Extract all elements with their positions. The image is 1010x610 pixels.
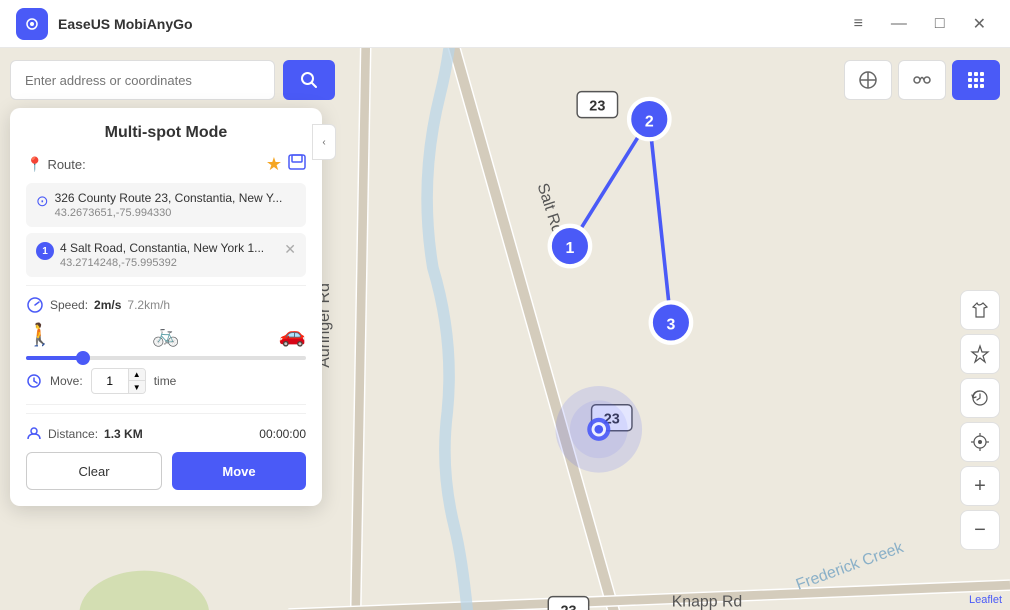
svg-text:23: 23 xyxy=(589,98,605,114)
location-item-1: 1 4 Salt Road, Constantia, New York 1...… xyxy=(26,233,306,277)
history-icon xyxy=(970,388,990,408)
move-label: Move: xyxy=(50,374,83,388)
leaflet-attribution[interactable]: Leaflet xyxy=(969,594,1002,606)
route-pin-icon: 📍 xyxy=(26,156,43,173)
minimize-button[interactable]: — xyxy=(883,11,915,37)
route-save-button[interactable] xyxy=(288,154,306,175)
svg-text:3: 3 xyxy=(667,317,676,334)
zoom-out-button[interactable]: − xyxy=(960,510,1000,550)
search-bar xyxy=(10,60,335,100)
route-header: 📍 Route: ★ xyxy=(26,154,306,175)
panel-collapse-button[interactable]: ‹ xyxy=(312,124,336,160)
move-spinners: ▲ ▼ xyxy=(128,368,145,394)
zoom-in-icon: + xyxy=(974,475,986,498)
search-input[interactable] xyxy=(10,60,275,100)
svg-text:1: 1 xyxy=(566,240,575,257)
action-buttons: Clear Move xyxy=(26,452,306,490)
star-icon xyxy=(970,344,990,364)
clear-button[interactable]: Clear xyxy=(26,452,162,490)
location-1-close-button[interactable]: ✕ xyxy=(284,241,296,258)
route-save-icon xyxy=(288,154,306,170)
titlebar-left: EaseUS MobiAnyGo xyxy=(16,8,193,40)
shirt-icon xyxy=(970,300,990,320)
titlebar-controls: ≡ — □ ✕ xyxy=(846,10,994,38)
history-button[interactable] xyxy=(960,378,1000,418)
route-action-icons: ★ xyxy=(266,154,306,175)
location-0-coords: 43.2673651,-75.994330 xyxy=(55,207,296,219)
location-1-text: 4 Salt Road, Constantia, New York 1... 4… xyxy=(60,241,278,269)
jump-mode-button[interactable] xyxy=(898,60,946,100)
move-button[interactable]: Move xyxy=(172,452,306,490)
avatar-button[interactable] xyxy=(960,290,1000,330)
move-unit: time xyxy=(154,374,177,388)
collapse-icon: ‹ xyxy=(322,137,325,148)
speed-section: Speed: 2m/s 7.2km/h 🚶 🚲 🚗 Move: ▲ xyxy=(26,285,306,405)
speed-label: Speed: xyxy=(50,298,88,312)
teleport-mode-button[interactable] xyxy=(844,60,892,100)
svg-text:2: 2 xyxy=(645,113,654,130)
panel-title: Multi-spot Mode xyxy=(26,124,306,142)
teleport-icon xyxy=(857,69,879,91)
speed-slider-track xyxy=(26,356,82,360)
location-0-pin-icon: ⊙ xyxy=(36,192,49,210)
distance-left: Distance: 1.3 KM xyxy=(26,426,143,442)
speed-value: 2m/s xyxy=(94,298,121,312)
target-icon xyxy=(970,432,990,452)
search-button[interactable] xyxy=(283,60,335,100)
svg-text:Knapp Rd: Knapp Rd xyxy=(672,594,743,610)
car-icon[interactable]: 🚗 xyxy=(279,322,306,348)
zoom-out-icon: − xyxy=(974,519,986,542)
move-spin-down[interactable]: ▼ xyxy=(129,381,145,394)
panel: Multi-spot Mode ‹ 📍 Route: ★ ⊙ 326 Count… xyxy=(10,108,322,506)
bike-icon[interactable]: 🚲 xyxy=(152,322,179,348)
multispot-icon xyxy=(965,69,987,91)
speed-icon xyxy=(26,296,44,314)
move-icon xyxy=(26,373,42,389)
route-star-button[interactable]: ★ xyxy=(266,154,282,175)
route-label: Route: xyxy=(47,157,85,172)
svg-text:23: 23 xyxy=(560,603,576,610)
speed-unit: 7.2km/h xyxy=(127,298,170,312)
favorites-button[interactable] xyxy=(960,334,1000,374)
maximize-button[interactable]: □ xyxy=(927,11,953,37)
walk-icon[interactable]: 🚶 xyxy=(26,322,53,348)
move-spin-up[interactable]: ▲ xyxy=(129,368,145,381)
transport-icons: 🚶 🚲 🚗 xyxy=(26,322,306,348)
speed-slider-thumb[interactable] xyxy=(76,351,90,365)
move-input-wrap: ▲ ▼ xyxy=(91,368,146,394)
app-logo xyxy=(16,8,48,40)
distance-section: Distance: 1.3 KM 00:00:00 xyxy=(26,413,306,452)
distance-value: 1.3 KM xyxy=(104,427,143,441)
location-item-1-header: 1 4 Salt Road, Constantia, New York 1...… xyxy=(36,241,296,269)
location-item-0: ⊙ 326 County Route 23, Constantia, New Y… xyxy=(26,183,306,227)
move-input[interactable] xyxy=(92,374,128,388)
speed-row: Speed: 2m/s 7.2km/h xyxy=(26,296,306,314)
location-item-0-header: ⊙ 326 County Route 23, Constantia, New Y… xyxy=(36,191,296,219)
mode-buttons xyxy=(844,60,1000,100)
multispot-mode-button[interactable] xyxy=(952,60,1000,100)
move-row: Move: ▲ ▼ time xyxy=(26,368,306,394)
location-1-coords: 43.2714248,-75.995392 xyxy=(60,257,278,269)
menu-button[interactable]: ≡ xyxy=(846,11,871,37)
distance-time: 00:00:00 xyxy=(259,427,306,441)
titlebar: EaseUS MobiAnyGo ≡ — □ ✕ xyxy=(0,0,1010,48)
right-toolbar: + − xyxy=(960,290,1000,550)
distance-icon xyxy=(26,426,42,442)
location-1-marker: 1 xyxy=(36,242,54,260)
close-button[interactable]: ✕ xyxy=(965,10,994,38)
speed-slider[interactable] xyxy=(26,356,306,360)
locate-button[interactable] xyxy=(960,422,1000,462)
distance-label: Distance: xyxy=(48,427,98,441)
zoom-in-button[interactable]: + xyxy=(960,466,1000,506)
jump-icon xyxy=(911,69,933,91)
location-1-name: 4 Salt Road, Constantia, New York 1... xyxy=(60,241,278,255)
search-icon xyxy=(300,71,318,89)
location-0-name: 326 County Route 23, Constantia, New Y..… xyxy=(55,191,296,205)
app-title: EaseUS MobiAnyGo xyxy=(58,16,193,32)
location-0-text: 326 County Route 23, Constantia, New Y..… xyxy=(55,191,296,219)
